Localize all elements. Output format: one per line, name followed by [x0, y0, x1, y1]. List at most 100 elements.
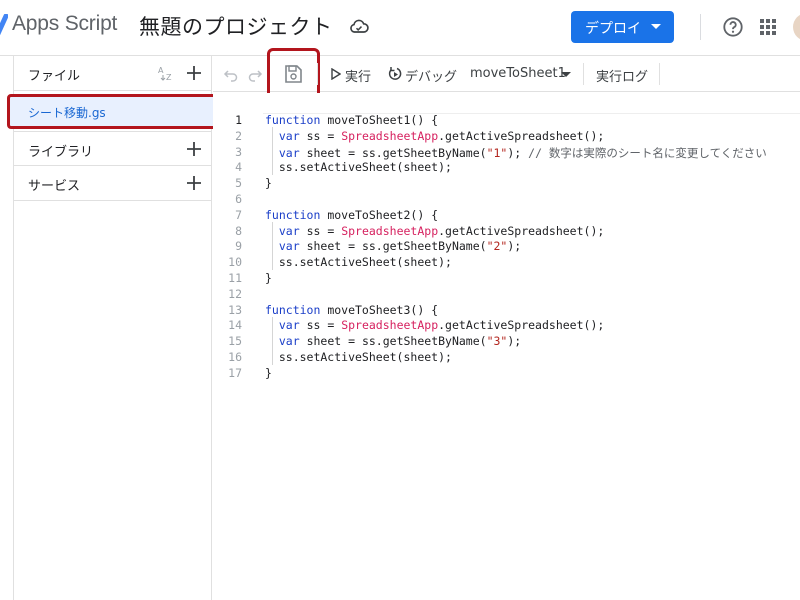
code-line[interactable]: 11} — [213, 271, 800, 287]
code-token: var — [278, 318, 300, 333]
add-service-plus-icon[interactable] — [186, 175, 202, 191]
files-label: ファイル — [28, 69, 81, 84]
line-number: 17 — [228, 365, 242, 380]
code-line[interactable]: 5} — [213, 176, 800, 192]
code-line[interactable]: 16 ss.setActiveSheet(sheet); — [213, 350, 800, 366]
line-number: 2 — [235, 128, 242, 143]
apps-grid-icon[interactable] — [759, 18, 777, 36]
code-token: ss = — [299, 128, 342, 143]
debug-icon[interactable] — [387, 66, 403, 82]
apps-script-logo-icon[interactable] — [0, 14, 8, 40]
code-line[interactable]: 13 function moveToSheet3() { — [213, 303, 800, 319]
code-text: function moveToSheet2() { — [265, 208, 438, 222]
sort-az-icon[interactable]: A Z — [157, 64, 177, 82]
code-line[interactable]: 1 function moveToSheet1() { — [213, 113, 800, 129]
code-text: ss.setActiveSheet(sheet); — [265, 350, 452, 364]
code-line[interactable]: 2 var ss = SpreadsheetApp.getActiveSprea… — [213, 129, 800, 145]
execution-log-button[interactable]: 実行ログ — [596, 66, 648, 85]
chevron-down-icon — [651, 24, 661, 29]
code-token: ); — [507, 334, 522, 349]
app-title[interactable]: Apps Script — [12, 12, 117, 36]
code-token: function — [265, 302, 321, 317]
code-token: var — [278, 334, 300, 349]
code-line[interactable]: 17} — [213, 366, 800, 382]
code-line[interactable]: 7 function moveToSheet2() { — [213, 208, 800, 224]
undo-icon[interactable] — [223, 66, 239, 82]
code-line[interactable]: 8 var ss = SpreadsheetApp.getActiveSprea… — [213, 224, 800, 240]
project-title[interactable]: 無題のプロジェクト — [139, 11, 333, 41]
line-number: 5 — [235, 176, 242, 191]
code-line[interactable]: 3 var sheet = ss.getSheetByName("1"); //… — [213, 145, 800, 161]
run-button[interactable]: 実行 — [345, 66, 371, 85]
code-token: function — [265, 113, 321, 127]
code-token: moveToSheet1() { — [320, 113, 439, 127]
save-icon[interactable] — [283, 64, 303, 84]
code-token: "2" — [486, 239, 508, 254]
code-token: // 数字は実際のシート名に変更してください — [528, 145, 767, 160]
code-token: var — [278, 128, 300, 143]
function-select[interactable]: moveToSheet1 — [470, 66, 566, 81]
code-line[interactable]: 4 ss.setActiveSheet(sheet); — [213, 160, 800, 176]
code-token: ); — [507, 145, 529, 160]
code-text: var ss = SpreadsheetApp.getActiveSpreads… — [265, 224, 604, 238]
redo-icon[interactable] — [247, 66, 263, 82]
top-bar: Apps Script 無題のプロジェクト デプロイ — [0, 0, 800, 56]
avatar[interactable] — [793, 13, 800, 41]
play-icon[interactable] — [331, 68, 341, 80]
code-token: .getActiveSpreadsheet(); — [438, 318, 605, 333]
add-file-plus-icon[interactable] — [186, 65, 202, 81]
code-token: "1" — [486, 145, 508, 160]
services-section[interactable]: サービス — [14, 166, 212, 201]
code-token: ss.setActiveSheet(sheet); — [265, 255, 452, 270]
code-line[interactable]: 6 — [213, 192, 800, 208]
toolbar-divider — [317, 63, 318, 85]
code-token: ); — [507, 239, 522, 254]
line-number: 9 — [235, 239, 242, 254]
code-line[interactable]: 12 — [213, 287, 800, 303]
code-text: } — [265, 366, 272, 380]
help-icon[interactable] — [722, 16, 744, 38]
library-label: ライブラリ — [28, 145, 94, 160]
code-line[interactable]: 9 var sheet = ss.getSheetByName("2"); — [213, 239, 800, 255]
code-token: var — [278, 145, 300, 160]
code-token: ss = — [299, 318, 342, 333]
code-token: moveToSheet2() { — [320, 207, 439, 222]
debug-button[interactable]: デバッグ — [405, 66, 457, 85]
code-token: sheet = ss.getSheetByName( — [299, 239, 487, 254]
file-item-sheet-move[interactable]: シート移動.gs — [7, 94, 217, 129]
code-token: sheet = ss.getSheetByName( — [299, 145, 487, 160]
editor-toolbar: 実行 デバッグ moveToSheet1 実行ログ — [213, 48, 800, 100]
code-line[interactable]: 15 var sheet = ss.getSheetByName("3"); — [213, 334, 800, 350]
add-library-plus-icon[interactable] — [186, 141, 202, 157]
line-number: 4 — [235, 160, 242, 175]
code-line[interactable]: 14 var ss = SpreadsheetApp.getActiveSpre… — [213, 318, 800, 334]
line-number: 11 — [228, 271, 242, 285]
code-line[interactable]: 10 ss.setActiveSheet(sheet); — [213, 255, 800, 271]
line-number: 12 — [228, 286, 242, 301]
code-text: var sheet = ss.getSheetByName("2"); — [265, 239, 521, 253]
left-nav-rail — [0, 56, 14, 600]
code-token: } — [265, 365, 272, 380]
code-text: var ss = SpreadsheetApp.getActiveSpreads… — [265, 129, 604, 143]
code-text: } — [265, 271, 272, 285]
line-number: 16 — [228, 350, 242, 364]
line-number: 7 — [235, 207, 242, 222]
line-number: 8 — [235, 223, 242, 238]
code-token: ss.setActiveSheet(sheet); — [265, 350, 452, 364]
svg-text:A: A — [158, 66, 164, 75]
deploy-button[interactable]: デプロイ — [571, 11, 674, 43]
line-number: 14 — [228, 318, 242, 333]
code-text: var sheet = ss.getSheetByName("1"); // 数… — [265, 145, 767, 161]
chevron-down-icon[interactable] — [561, 72, 571, 77]
file-item-label: シート移動.gs — [28, 106, 106, 120]
code-editor[interactable]: 1 function moveToSheet1() {2 var ss = Spr… — [213, 93, 800, 600]
header-divider — [700, 14, 701, 40]
code-token: sheet = ss.getSheetByName( — [299, 334, 487, 349]
library-section[interactable]: ライブラリ — [14, 131, 212, 166]
